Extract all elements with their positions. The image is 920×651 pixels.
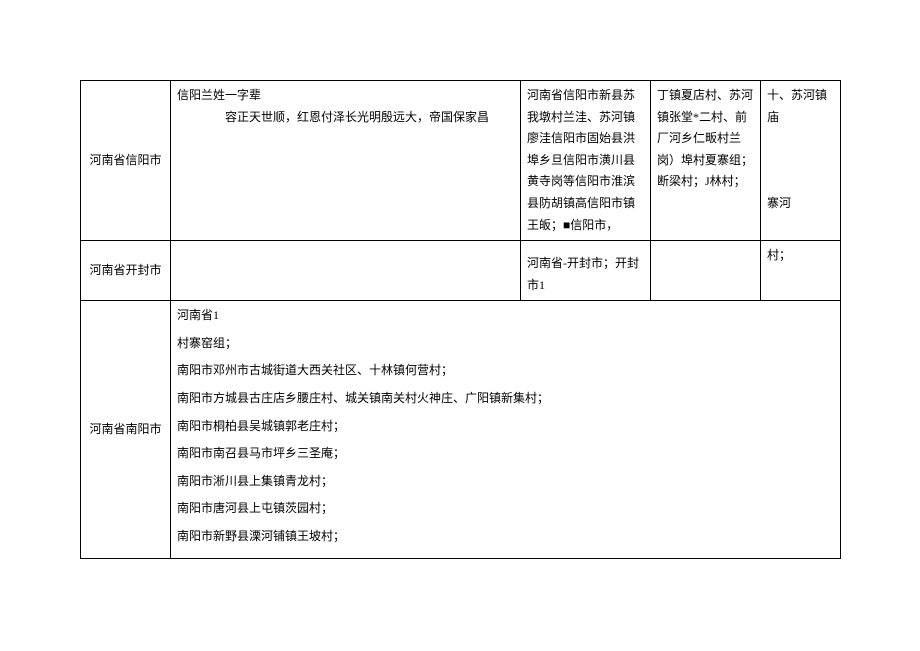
region-label: 河南省南阳市 — [81, 301, 171, 558]
text-line: 南阳市淅川县上集镇青龙村； — [177, 471, 834, 493]
text-line: 信阳兰姓一字辈 — [177, 88, 261, 102]
text-line: 南阳市南召县马市坪乡三圣庵； — [177, 443, 834, 465]
text-line: 南阳市新野县溧河铺镇王坡村； — [177, 526, 834, 548]
cell-empty — [651, 241, 761, 301]
table-row: 河南省南阳市 河南省1 村寨窑组； 南阳市邓州市古城街道大西关社区、十林镇何营村… — [81, 301, 841, 558]
cell-locations: 丁镇夏店村、苏河镇张堂*二村、前厂河乡仁畈村兰岗）埠村夏寨组；断梁村；J林村； — [651, 81, 761, 241]
cell-locations: 十、苏河镇庙 寨河 — [761, 81, 841, 241]
cell-locations: 河南省信阳市新县苏我墩村兰洼、苏河镇廖洼信阳市固始县洪埠乡旦信阳市潢川县黄寺岗等… — [521, 81, 651, 241]
cell-empty — [171, 241, 521, 301]
cell-locations: 村； — [761, 241, 841, 301]
cell-locations-merged: 河南省1 村寨窑组； 南阳市邓州市古城街道大西关社区、十林镇何营村； 南阳市方城… — [171, 301, 841, 558]
region-label: 河南省信阳市 — [81, 81, 171, 241]
table-row: 河南省开封市 河南省-开封市；开封市1 村； — [81, 241, 841, 301]
text-line: 南阳市邓州市古城街道大西关社区、十林镇何营村； — [177, 360, 834, 382]
genealogy-table: 河南省信阳市 信阳兰姓一字辈 容正天世顺，红恩付泽长光明殷远大，帝国保家昌 河南… — [80, 80, 841, 559]
table-row: 河南省信阳市 信阳兰姓一字辈 容正天世顺，红恩付泽长光明殷远大，帝国保家昌 河南… — [81, 81, 841, 241]
text-line: 南阳市桐柏县吴城镇郭老庄村； — [177, 416, 834, 438]
text-line: 容正天世顺，红恩付泽长光明殷远大，帝国保家昌 — [177, 107, 514, 129]
text-line: 南阳市唐河县上屯镇茨园村； — [177, 498, 834, 520]
text-line: 河南省1 — [177, 305, 834, 327]
cell-locations: 河南省-开封市；开封市1 — [521, 241, 651, 301]
text-line: 村寨窑组； — [177, 333, 834, 355]
region-label: 河南省开封市 — [81, 241, 171, 301]
text-line: 南阳市方城县古庄店乡腰庄村、城关镇南关村火神庄、广阳镇新集村； — [177, 388, 834, 410]
cell-genealogy-text: 信阳兰姓一字辈 容正天世顺，红恩付泽长光明殷远大，帝国保家昌 — [171, 81, 521, 241]
